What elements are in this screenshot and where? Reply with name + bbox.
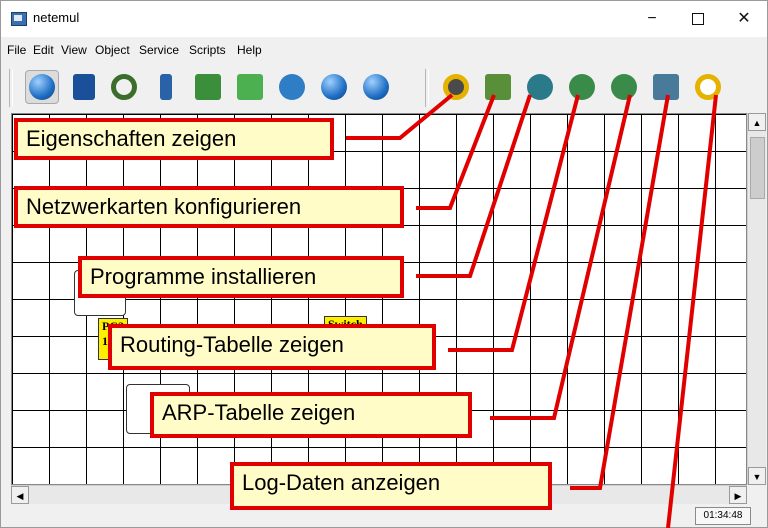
close-button[interactable]: ✕ [721, 1, 767, 37]
settings-icon [695, 74, 721, 100]
menu-object[interactable]: Object [95, 43, 130, 57]
router-tool-button[interactable] [275, 70, 309, 104]
scroll-left-icon[interactable]: ◀ [11, 486, 29, 504]
toolbar-grip[interactable] [9, 69, 13, 107]
select-tool-button[interactable] [25, 70, 59, 104]
router-tool-icon [279, 74, 305, 100]
arp-table-button[interactable] [607, 70, 641, 104]
app-icon [11, 12, 27, 26]
routing-table-icon [569, 74, 595, 100]
menu-service[interactable]: Service [139, 43, 179, 57]
toolbar-separator [425, 69, 429, 107]
callout-network-cards: Netzwerkarten konfigurieren [14, 186, 404, 228]
minimize-button[interactable]: − [629, 1, 675, 37]
network-card-icon [485, 74, 511, 100]
toolbar [1, 65, 767, 111]
cable-tool-button[interactable] [107, 70, 141, 104]
maximize-icon [692, 12, 704, 25]
pause-button[interactable] [359, 70, 393, 104]
menu-bar: File Edit View Object Service Scripts He… [1, 41, 767, 61]
pause-icon [363, 74, 389, 100]
callout-arp: ARP-Tabelle zeigen [150, 392, 472, 438]
menu-edit[interactable]: Edit [33, 43, 54, 57]
select-tool-icon [29, 74, 55, 100]
callout-log: Log-Daten anzeigen [230, 462, 552, 510]
arrow-tool-icon [321, 74, 347, 100]
simulation-clock: 01:34:48 [695, 507, 751, 525]
scroll-right-icon[interactable]: ▶ [729, 486, 747, 504]
log-data-icon [653, 74, 679, 100]
menu-scripts[interactable]: Scripts [189, 43, 226, 57]
arp-table-icon [611, 74, 637, 100]
hub-tool-icon [195, 74, 221, 100]
log-data-button[interactable] [649, 70, 683, 104]
cable-tool-icon [111, 74, 137, 100]
vertical-scroll-thumb[interactable] [750, 137, 765, 199]
menu-file[interactable]: File [7, 43, 26, 57]
routing-table-button[interactable] [565, 70, 599, 104]
callout-programs: Programme installieren [78, 256, 404, 298]
vertical-scrollbar[interactable]: ▲ ▼ [747, 113, 766, 485]
title-bar: netemul − ✕ [1, 1, 767, 37]
maximize-button[interactable] [675, 1, 721, 37]
network-card-button[interactable] [481, 70, 515, 104]
properties-button[interactable] [439, 70, 473, 104]
arrow-tool-button[interactable] [317, 70, 351, 104]
properties-icon [443, 74, 469, 100]
install-programs-icon [527, 74, 553, 100]
install-programs-button[interactable] [523, 70, 557, 104]
callout-routing: Routing-Tabelle zeigen [108, 324, 436, 370]
scroll-down-icon[interactable]: ▼ [748, 467, 766, 485]
scroll-up-icon[interactable]: ▲ [748, 113, 766, 131]
callout-properties: Eigenschaften zeigen [14, 118, 334, 160]
settings-button[interactable] [691, 70, 725, 104]
computer-tool-icon [160, 74, 172, 100]
hub-tool-button[interactable] [191, 70, 225, 104]
note-tool-icon [73, 74, 95, 100]
switch-tool-icon [237, 74, 263, 100]
note-tool-button[interactable] [67, 70, 101, 104]
switch-tool-button[interactable] [233, 70, 267, 104]
computer-tool-button[interactable] [149, 70, 183, 104]
menu-help[interactable]: Help [237, 43, 262, 57]
menu-view[interactable]: View [61, 43, 87, 57]
window-title: netemul [33, 10, 80, 25]
